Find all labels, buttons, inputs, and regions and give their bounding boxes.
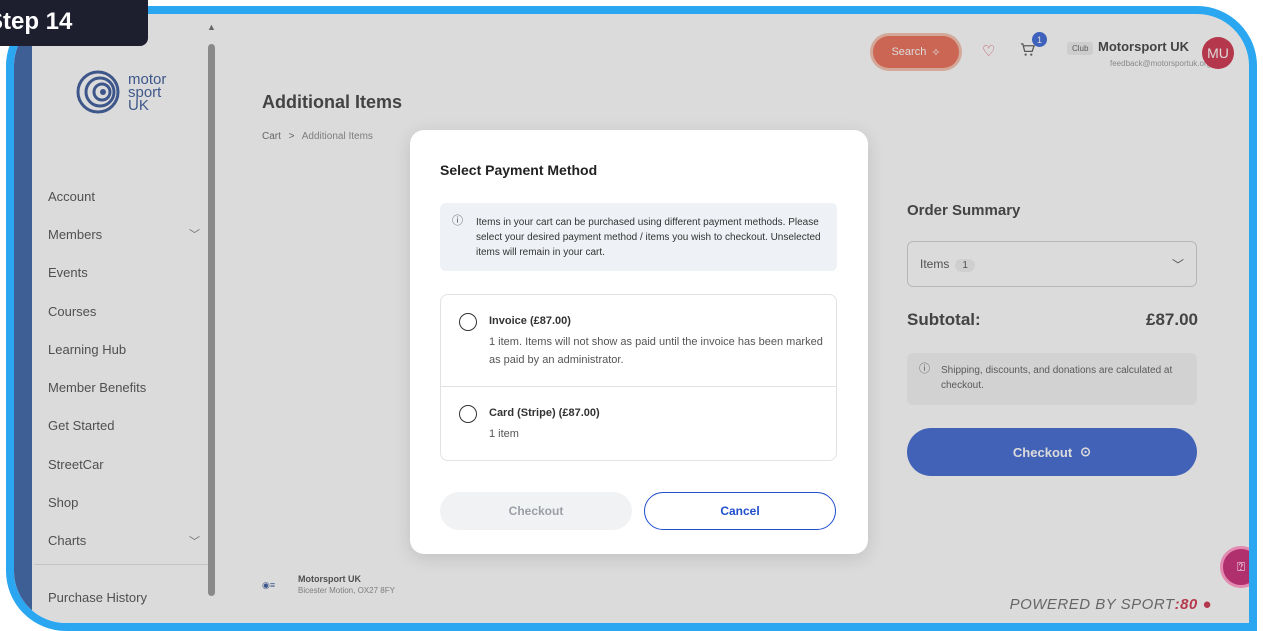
- modal-cancel-button[interactable]: Cancel: [644, 492, 836, 530]
- privacy-terms-link[interactable]: Privacy & Terms: [1150, 623, 1212, 631]
- app-stage: motor sport UK Account Members ﹀ Events C…: [14, 14, 1249, 631]
- footer-link-privacy[interactable]: Privacy Policy: [359, 623, 420, 631]
- copyright-text: Copyright © 2025. All Rights Reserved Sp…: [930, 623, 1146, 631]
- card-option-desc: 1 item: [489, 428, 519, 440]
- footer-link-cookie[interactable]: Cookie Policy: [432, 623, 491, 631]
- footer-links: Terms & Conditions Privacy Policy Cookie…: [262, 623, 568, 631]
- modal-title: Select Payment Method: [440, 162, 598, 178]
- invoice-option-title: Invoice (£87.00): [489, 315, 571, 327]
- card-radio[interactable]: [459, 405, 477, 423]
- copyright: Copyright © 2025. All Rights Reserved Sp…: [930, 623, 1212, 631]
- footer-link-terms[interactable]: Terms & Conditions: [262, 623, 347, 631]
- payment-method-modal: Select Payment Method ⓘ Items in your ca…: [410, 130, 868, 554]
- help-question-icon: ⍰: [1237, 559, 1245, 574]
- invoice-radio[interactable]: [459, 313, 477, 331]
- step-label: Step 14: [0, 8, 73, 35]
- payment-option-invoice[interactable]: Invoice (£87.00) 1 item. Items will not …: [441, 295, 836, 387]
- modal-info-box: ⓘ Items in your cart can be purchased us…: [440, 203, 837, 271]
- modal-checkout-button[interactable]: Checkout: [440, 492, 632, 530]
- step-badge: Step 14: [0, 0, 148, 46]
- payment-option-card[interactable]: Card (Stripe) (£87.00) 1 item: [441, 387, 836, 461]
- invoice-option-desc: 1 item. Items will not show as paid unti…: [489, 336, 823, 366]
- payment-options: Invoice (£87.00) 1 item. Items will not …: [440, 294, 837, 461]
- screen-frame: motor sport UK Account Members ﹀ Events C…: [6, 6, 1257, 631]
- footer-link-help[interactable]: Help & Support: [503, 623, 569, 631]
- modal-info-text: Items in your cart can be purchased usin…: [476, 217, 821, 258]
- card-option-title: Card (Stripe) (£87.00): [489, 407, 600, 419]
- info-icon: ⓘ: [452, 215, 463, 227]
